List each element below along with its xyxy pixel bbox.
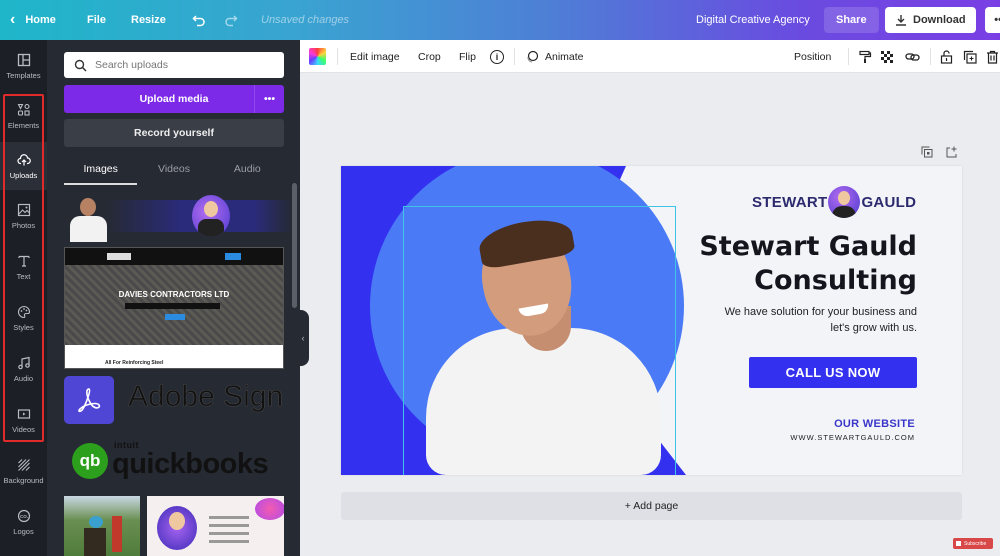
sidebar-item-photos[interactable]: Photos [0,192,47,240]
trash-icon [987,50,998,64]
add-page-button[interactable]: + Add page [341,492,962,520]
upload-thumb-business-card[interactable] [147,496,284,556]
animate-icon [527,50,539,63]
chevron-left-icon: ‹ [10,11,16,28]
music-note-icon [17,356,30,369]
tab-videos[interactable]: Videos [137,155,210,185]
home-button[interactable]: ‹ Home [10,0,56,40]
download-icon [896,15,906,26]
call-us-now-button[interactable]: CALL US NOW [749,357,917,388]
uploads-panel: Upload media ••• Record yourself Images … [47,40,300,556]
info-icon: i [490,49,504,64]
upload-thumb-adobe-sign[interactable]: Adobe Sign [64,376,286,426]
youtube-icon [956,541,961,546]
crop-button[interactable]: Crop [418,40,441,73]
info-button[interactable]: i [490,40,504,73]
undo-button[interactable] [192,0,206,40]
tab-audio[interactable]: Audio [211,155,284,185]
upload-cloud-icon [16,153,31,165]
design-title[interactable]: Digital Creative Agency [696,0,810,40]
sidebar-item-videos[interactable]: Videos [0,396,47,444]
search-input[interactable] [95,59,265,71]
sidebar-item-logos[interactable]: CO. Logos [0,498,47,546]
sidebar-item-templates[interactable]: Templates [0,42,47,90]
sidebar-item-text[interactable]: Text [0,243,47,291]
paint-roller-icon [859,50,872,63]
color-picker-button[interactable] [309,40,326,73]
search-box[interactable] [64,52,284,78]
upload-thumb-davies-website[interactable]: DAVIES CONTRACTORS LTD All For Reinforci… [64,247,284,369]
link-button[interactable] [905,40,920,73]
chevron-left-icon: ‹ [301,333,305,343]
quickbooks-logo-icon: qb [72,443,108,479]
svg-text:CO.: CO. [19,513,27,518]
unlock-icon [940,49,953,64]
media-tabs: Images Videos Audio [64,155,284,185]
photo-icon [17,203,30,216]
sidebar-item-audio[interactable]: Audio [0,345,47,393]
selection-box[interactable] [403,206,676,475]
elements-icon [17,103,30,116]
link-icon [905,52,920,61]
tab-images[interactable]: Images [64,155,138,185]
upload-thumb-avatar[interactable] [192,195,230,237]
panel-scrollbar[interactable] [292,183,297,308]
sidebar-item-uploads[interactable]: Uploads [0,142,47,190]
redo-icon [225,15,238,27]
sidebar-item-elements[interactable]: Elements [0,92,47,140]
duplicate-page-icon [921,146,933,158]
upload-media-button[interactable]: Upload media ••• [64,85,284,113]
duplicate-page-button[interactable] [921,145,933,163]
side-navigation: Templates Elements Uploads Photos Text S… [0,40,47,556]
text-icon [17,255,30,267]
transparency-button[interactable] [880,40,894,73]
search-icon [74,59,87,72]
color-swatch-icon [309,48,326,65]
position-button[interactable]: Position [794,40,831,73]
upload-thumb-man-photo[interactable] [67,194,110,242]
share-button[interactable]: Share [824,7,879,33]
video-icon [17,408,30,419]
more-options-button[interactable]: ••• [985,7,1000,33]
upload-thumb-quickbooks[interactable]: qb intuit quickbooks [72,440,282,486]
edit-image-button[interactable]: Edit image [350,40,400,73]
upload-more-button[interactable]: ••• [254,85,284,113]
add-page-icon [946,146,957,158]
upload-thumb-kids-photo[interactable] [64,496,140,556]
website-label: OUR WEBSITE [834,418,915,430]
copy-style-button[interactable] [858,40,872,73]
templates-icon [17,53,30,66]
lock-button[interactable] [940,40,953,73]
background-icon [17,458,30,471]
save-status: Unsaved changes [261,14,350,26]
transparency-icon [881,50,893,63]
tagline[interactable]: We have solution for your business and l… [725,304,917,336]
headline[interactable]: Stewart Gauld Consulting [699,230,917,298]
website-url: WWW.STEWARTGAULD.COM [790,433,915,442]
sidebar-item-styles[interactable]: Styles [0,294,47,342]
resize-menu[interactable]: Resize [131,0,166,40]
duplicate-button[interactable] [963,40,977,73]
sidebar-item-background[interactable]: Background [0,447,47,495]
logo-avatar [828,186,861,218]
redo-button[interactable] [224,0,238,40]
duplicate-icon [963,50,977,64]
animate-button[interactable]: Animate [525,40,584,73]
adobe-acrobat-icon [78,388,101,413]
delete-button[interactable] [986,40,999,73]
context-toolbar: Edit image Crop Flip i Animate Position [300,40,1000,73]
undo-icon [192,15,205,27]
add-page-icon-button[interactable] [946,145,958,163]
logos-icon: CO. [17,509,30,522]
brand-logo: STEWART GAULD [752,186,916,218]
top-bar: ‹ Home File Resize Unsaved changes Digit… [0,0,1000,40]
design-canvas[interactable]: STEWART GAULD Stewart Gauld Consulting W… [341,166,962,475]
collapse-panel-handle[interactable]: ‹ [297,310,309,366]
file-menu[interactable]: File [87,0,106,40]
subscribe-watermark[interactable]: Subscribe [953,538,993,549]
flip-button[interactable]: Flip [459,40,476,73]
download-button[interactable]: Download [885,7,976,33]
palette-icon [17,305,30,318]
record-yourself-button[interactable]: Record yourself [64,119,284,147]
